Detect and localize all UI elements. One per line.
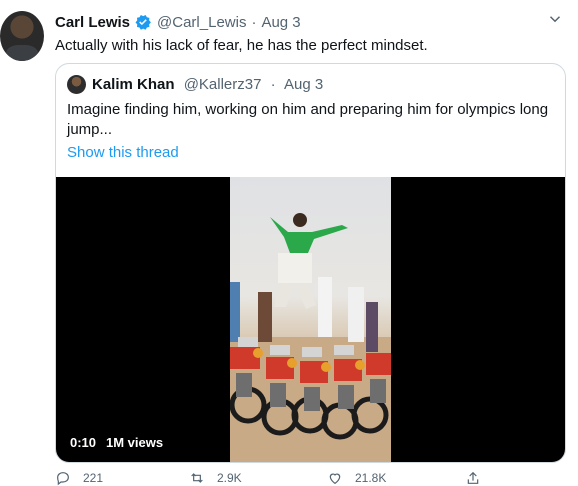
retweet-count: 2.9K [217, 471, 242, 485]
separator-dot: · [251, 13, 257, 31]
like-count: 21.8K [355, 471, 387, 485]
verified-badge-icon [135, 15, 151, 30]
author-avatar[interactable] [0, 11, 44, 61]
author-name[interactable]: Carl Lewis [55, 14, 130, 31]
reply-button[interactable]: 221 [55, 470, 103, 486]
share-button[interactable] [465, 470, 493, 486]
quoted-tweet-date: Aug 3 [283, 76, 324, 93]
chevron-down-icon[interactable] [546, 10, 564, 28]
video-frame [230, 177, 391, 462]
reply-count: 221 [83, 471, 104, 485]
like-button[interactable]: 21.8K [327, 470, 386, 486]
video-duration: 0:10 [70, 435, 97, 450]
video-views: 1M views [106, 435, 164, 450]
video-thumbnail [230, 213, 391, 462]
tweet-date[interactable]: Aug 3 [261, 14, 300, 31]
quoted-author-name: Kalim Khan [92, 76, 175, 93]
quoted-tweet-text: Imagine finding him, working on him and … [67, 101, 549, 138]
like-icon [329, 473, 341, 485]
tweet-text: Actually with his lack of fear, he has t… [55, 37, 428, 54]
retweet-button[interactable]: 2.9K [189, 470, 242, 486]
share-icon [467, 471, 479, 484]
quoted-author-avatar [67, 75, 86, 94]
show-thread-link[interactable]: Show this thread [67, 144, 179, 161]
video-player[interactable]: 0:10 1M views [56, 177, 565, 462]
quoted-tweet-card[interactable]: Kalim Khan @Kallerz37 · Aug 3 Imagine fi… [55, 63, 566, 463]
retweet-icon [191, 473, 203, 483]
quoted-tweet-header: Kalim Khan @Kallerz37 · Aug 3 [92, 76, 323, 93]
reply-icon [57, 472, 69, 486]
quoted-author-handle: @Kallerz37 [183, 76, 262, 93]
tweet-header: Carl Lewis @Carl_Lewis · Aug 3 [55, 13, 301, 31]
quoted-separator-dot: · [270, 76, 276, 93]
author-handle[interactable]: @Carl_Lewis [157, 14, 246, 31]
